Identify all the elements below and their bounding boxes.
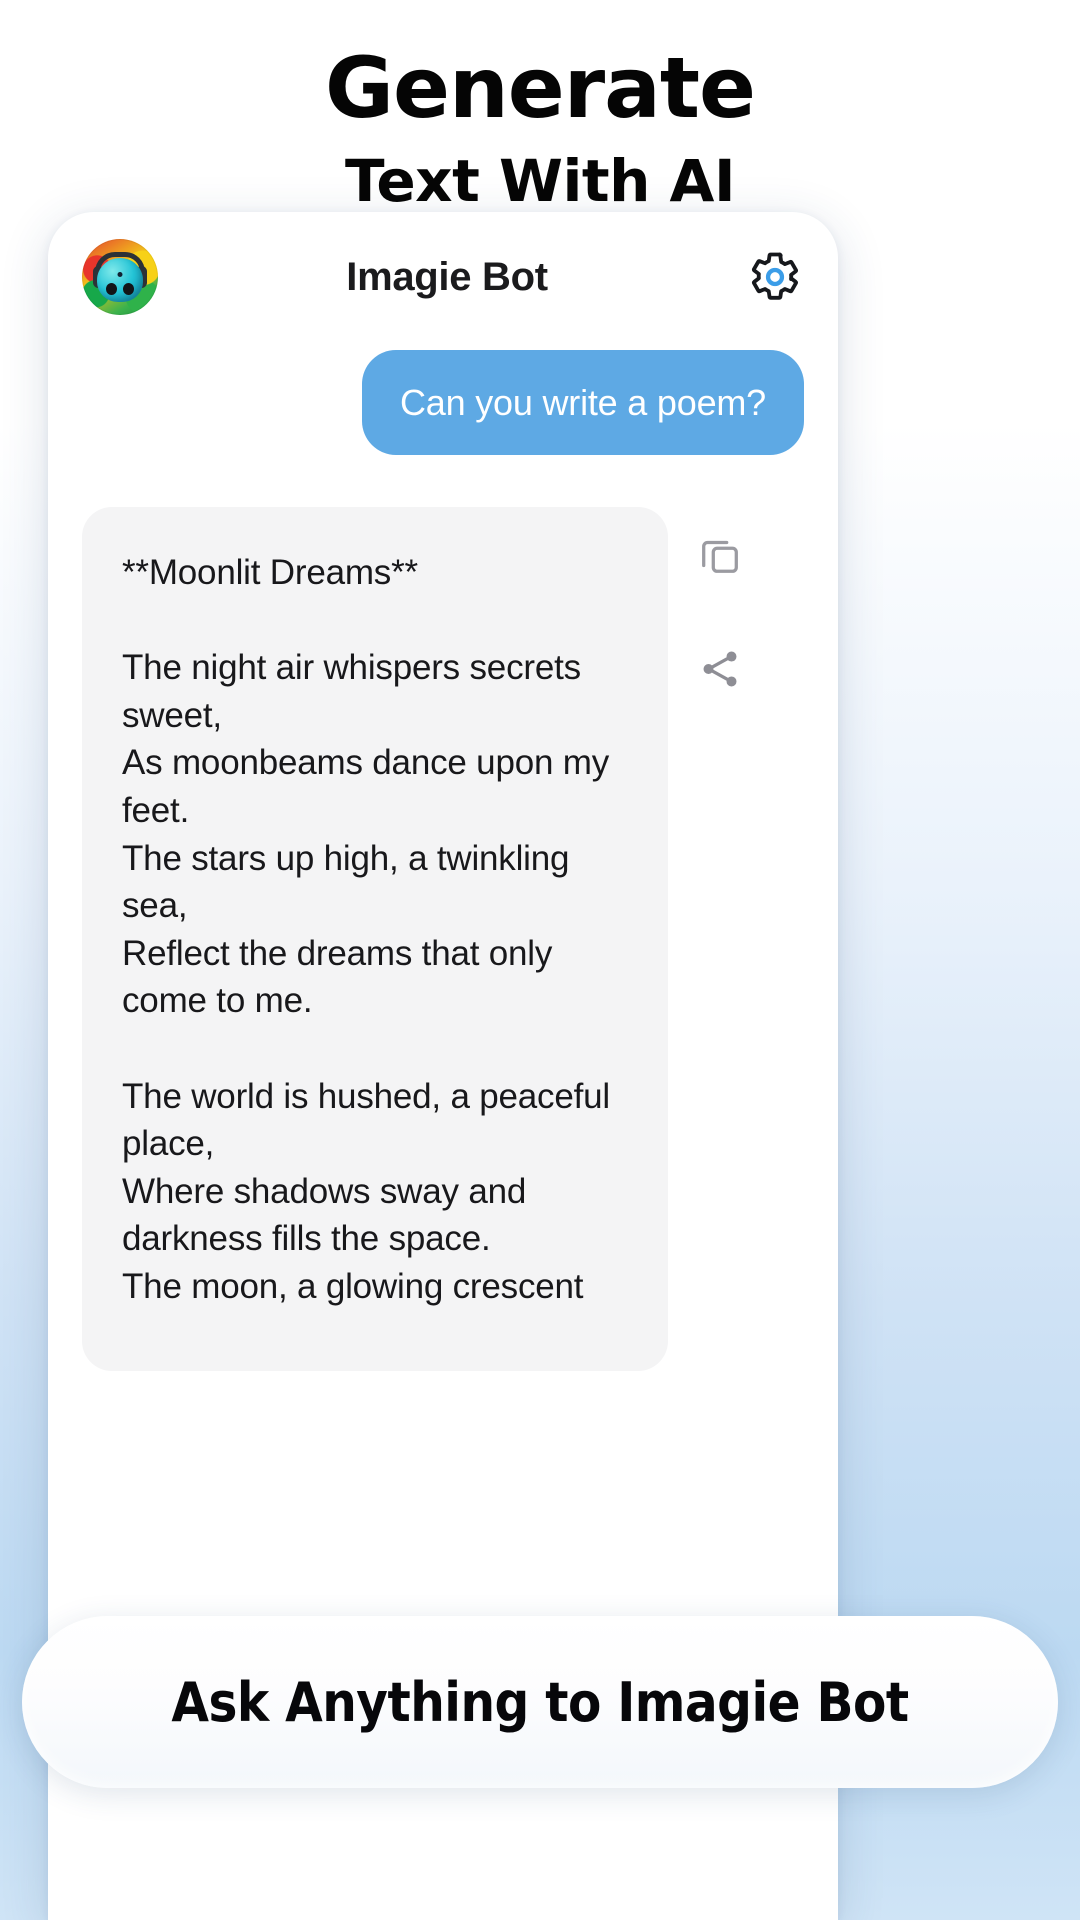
headline-line-2: Text With AI (344, 147, 736, 215)
bot-forehead-dot-icon (117, 272, 123, 278)
chat-title: Imagie Bot (346, 254, 548, 299)
user-message-bubble[interactable]: Can you write a poem? (362, 350, 804, 455)
bot-eye-left-icon (105, 283, 117, 296)
assistant-message-bubble[interactable]: **Moonlit Dreams** The night air whisper… (82, 507, 668, 1371)
copy-icon (702, 540, 738, 573)
headline-block: Generate Text With AI (0, 0, 1080, 210)
bot-head-icon (97, 258, 143, 303)
cta-banner[interactable]: Ask Anything to Imagie Bot (22, 1616, 1058, 1788)
copy-button[interactable] (694, 529, 746, 581)
message-actions (694, 507, 746, 695)
cta-label: Ask Anything to Imagie Bot (171, 1670, 909, 1734)
message-row-user: Can you write a poem? (82, 350, 804, 455)
bot-avatar[interactable] (82, 239, 158, 315)
headline-line-1: Generate (325, 39, 756, 137)
settings-button[interactable] (746, 248, 804, 306)
gear-icon (751, 252, 798, 300)
message-row-assistant: **Moonlit Dreams** The night air whisper… (82, 507, 804, 1371)
chat-header: Imagie Bot (48, 212, 838, 342)
share-button[interactable] (694, 643, 746, 695)
message-list: Can you write a poem? **Moonlit Dreams**… (48, 350, 838, 1371)
share-icon (703, 651, 737, 687)
